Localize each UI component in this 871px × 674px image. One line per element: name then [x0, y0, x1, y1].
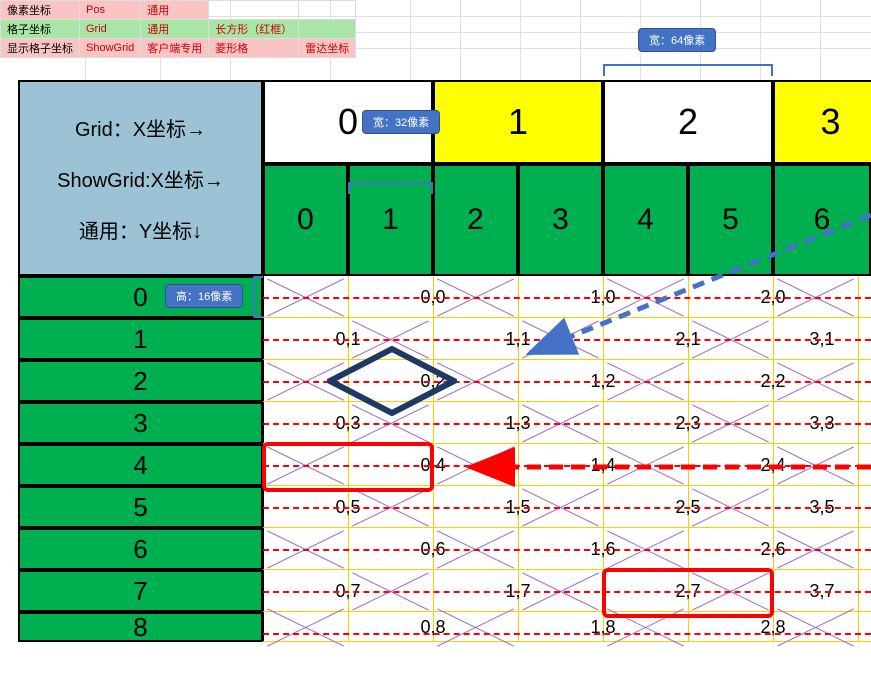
y-cell: 7	[18, 570, 263, 612]
showgrid-x-header-row: 0 1 2 3 4 5 6	[263, 164, 871, 276]
diamond-marker	[327, 346, 457, 416]
showgrid-x-cell: 0	[263, 164, 348, 276]
legend-cell	[209, 1, 299, 20]
data-row: 0,8 1,8 2,8	[263, 612, 871, 642]
y-cell: 5	[18, 486, 263, 528]
legend-cell: 长方形（红框）	[209, 20, 299, 39]
legend-cell: 格子坐标	[1, 20, 80, 39]
callout-height-16: 高：16像素	[165, 284, 243, 308]
red-selection-27	[602, 568, 774, 618]
y-header-column: 0 1 2 3 4 5 6 7 8	[18, 276, 263, 642]
callout-width-64: 宽：64像素	[638, 28, 716, 52]
y-cell: 3	[18, 402, 263, 444]
header-block: Grid：X坐标→ ShowGrid:X坐标→ 通用：Y坐标↓	[18, 80, 263, 276]
legend-cell: 雷达坐标	[299, 39, 356, 58]
showgrid-x-cell: 3	[518, 164, 603, 276]
grid-x-cell: 3	[773, 80, 871, 164]
red-selection-04	[262, 442, 434, 492]
legend-table: 像素坐标 Pos 通用 格子坐标 Grid 通用 长方形（红框） 显示格子坐标 …	[0, 0, 356, 58]
y-cell: 2	[18, 360, 263, 402]
legend-cell: Pos	[80, 1, 141, 20]
y-cell: 8	[18, 612, 263, 642]
bracket-64px	[603, 64, 773, 76]
header-line-grid-x: Grid：X坐标→	[75, 113, 206, 142]
legend-cell	[299, 1, 356, 20]
y-cell: 6	[18, 528, 263, 570]
legend-cell: ShowGrid	[80, 39, 141, 58]
legend-cell: 显示格子坐标	[1, 39, 80, 58]
legend-cell: 客户端专用	[141, 39, 209, 58]
grid-x-cell: 2	[603, 80, 773, 164]
legend-cell: 像素坐标	[1, 1, 80, 20]
showgrid-x-cell: 1	[348, 164, 433, 276]
legend-cell	[299, 20, 356, 39]
header-line-y: 通用：Y坐标↓	[79, 215, 202, 244]
callout-width-32: 宽：32像素	[362, 110, 440, 134]
showgrid-x-cell: 5	[688, 164, 773, 276]
showgrid-x-cell: 6	[773, 164, 871, 276]
legend-cell: 通用	[141, 1, 209, 20]
showgrid-x-cell: 2	[433, 164, 518, 276]
bracket-32px	[348, 182, 433, 194]
legend-cell: Grid	[80, 20, 141, 39]
showgrid-x-cell: 4	[603, 164, 688, 276]
bracket-16px	[253, 276, 263, 318]
header-line-showgrid-x: ShowGrid:X坐标→	[57, 164, 224, 193]
legend-cell: 通用	[141, 20, 209, 39]
grid-x-cell: 1	[433, 80, 603, 164]
coord-cell: 0,8	[348, 612, 518, 642]
legend-cell: 菱形格	[209, 39, 299, 58]
y-cell: 4	[18, 444, 263, 486]
y-cell: 1	[18, 318, 263, 360]
grid-x-header-row: 0 1 2 3	[263, 80, 871, 164]
